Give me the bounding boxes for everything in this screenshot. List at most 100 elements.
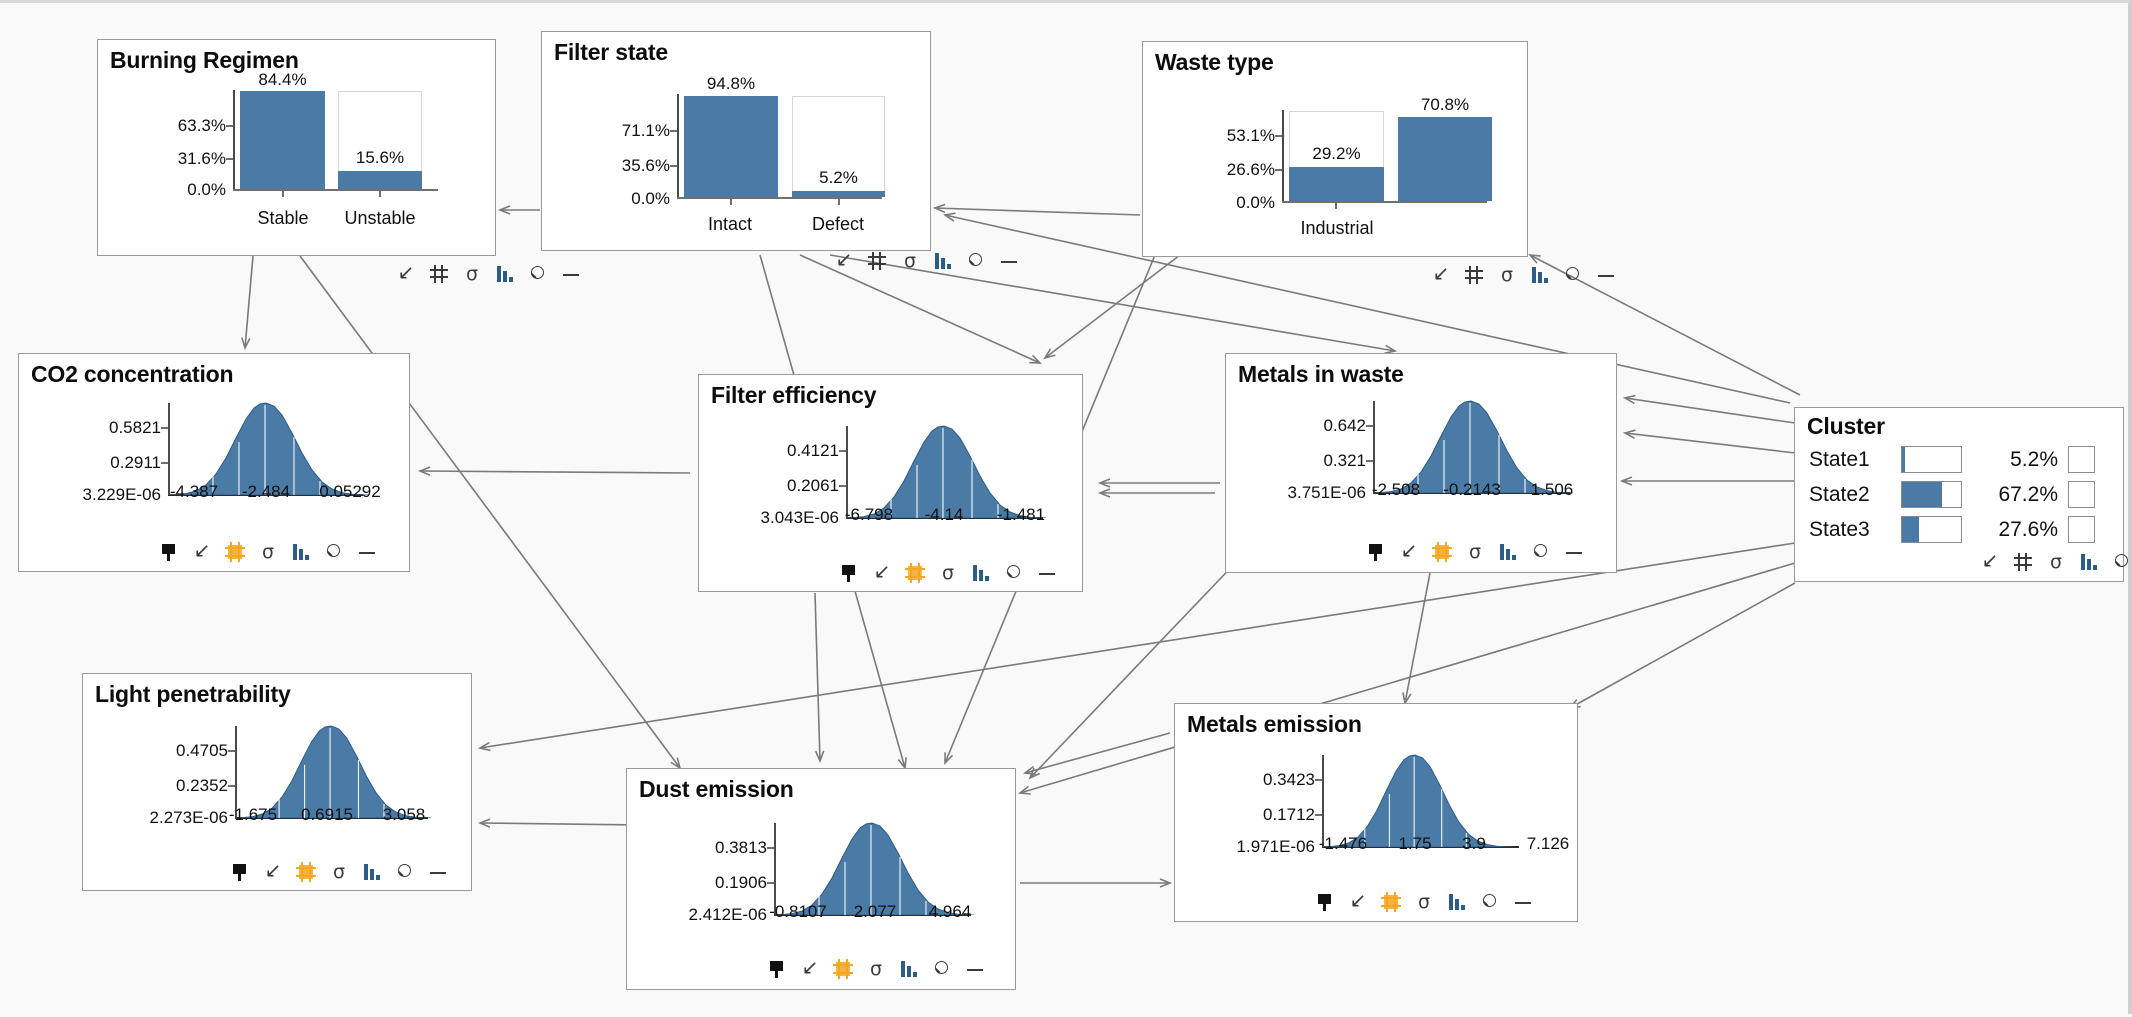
bar-chart-icon[interactable] [971, 563, 991, 583]
pin-icon[interactable] [230, 862, 250, 882]
cluster-state-checkbox[interactable] [2068, 516, 2095, 543]
collapse-arrow-icon[interactable]: ↙ [1348, 891, 1368, 912]
magnifier-icon[interactable] [932, 959, 952, 979]
pin-icon[interactable] [1315, 892, 1335, 912]
grid-icon[interactable] [2013, 552, 2033, 572]
grid-icon[interactable] [225, 542, 245, 562]
sigma-icon[interactable]: σ [1414, 892, 1434, 912]
collapse-arrow-icon[interactable]: ↙ [834, 250, 854, 271]
grid-icon[interactable] [1381, 892, 1401, 912]
bar-other[interactable] [1398, 117, 1492, 201]
collapse-arrow-icon[interactable]: ↙ [1980, 551, 2000, 572]
minus-icon[interactable] [1037, 563, 1057, 583]
minus-icon[interactable] [428, 862, 448, 882]
bar-chart-icon[interactable] [291, 542, 311, 562]
cluster-row-state3[interactable]: State3 27.6% [1809, 516, 2095, 543]
node-filter-efficiency[interactable]: Filter efficiency 0.4121 0.2061 3.043E-0… [698, 374, 1083, 592]
node-toolbar[interactable]: ↙ σ [396, 263, 581, 284]
collapse-arrow-icon[interactable]: ↙ [872, 562, 892, 583]
cluster-row-state2[interactable]: State2 67.2% [1809, 481, 2095, 508]
node-light-penetrability[interactable]: Light penetrability 0.4705 0.2352 2.273E… [82, 673, 472, 891]
sigma-icon[interactable]: σ [1497, 265, 1517, 285]
network-canvas[interactable]: Burning Regimen 63.3% 31.6% 0.0% 84.4% 1… [0, 0, 2132, 1014]
node-cluster[interactable]: Cluster State1 5.2% State2 67.2% State3 … [1794, 407, 2128, 582]
minus-icon[interactable] [965, 959, 985, 979]
node-filter-state[interactable]: Filter state 71.1% 35.6% 0.0% 94.8% 5.2%… [541, 31, 1017, 271]
minus-icon[interactable] [1596, 265, 1616, 285]
grid-icon[interactable] [296, 862, 316, 882]
bar-intact[interactable] [684, 96, 778, 197]
sigma-icon[interactable]: σ [1465, 542, 1485, 562]
magnifier-icon[interactable] [966, 251, 986, 271]
minus-icon[interactable] [357, 542, 377, 562]
cluster-state-bar[interactable] [1901, 481, 1962, 508]
node-toolbar[interactable]: ↙ σ [1431, 264, 1616, 285]
bar-chart-icon[interactable] [2079, 552, 2099, 572]
bar-unstable[interactable] [338, 171, 422, 189]
bar-chart-icon[interactable] [1530, 265, 1550, 285]
sigma-icon[interactable]: σ [900, 251, 920, 271]
node-toolbar[interactable]: ↙ σ [1980, 551, 2132, 572]
node-toolbar[interactable]: ↙ σ [767, 958, 985, 979]
node-toolbar[interactable]: ↙ σ [159, 541, 377, 562]
cluster-state-bar[interactable] [1901, 446, 1962, 473]
collapse-arrow-icon[interactable]: ↙ [800, 958, 820, 979]
node-metals-emission[interactable]: Metals emission 0.3423 0.1712 1.971E-06 … [1174, 703, 1578, 922]
grid-icon[interactable] [1464, 265, 1484, 285]
node-co2-concentration[interactable]: CO2 concentration 0.5821 0.2911 3.229E-0… [18, 353, 410, 572]
pin-icon[interactable] [159, 542, 179, 562]
bar-chart-icon[interactable] [1498, 542, 1518, 562]
magnifier-icon[interactable] [528, 264, 548, 284]
cluster-state-checkbox[interactable] [2068, 481, 2095, 508]
minus-icon[interactable] [561, 264, 581, 284]
node-toolbar[interactable]: ↙ σ [834, 250, 1019, 271]
minus-icon[interactable] [1564, 542, 1584, 562]
node-toolbar[interactable]: ↙ σ [1366, 541, 1584, 562]
grid-icon[interactable] [429, 264, 449, 284]
sigma-icon[interactable]: σ [2046, 552, 2066, 572]
sigma-icon[interactable]: σ [462, 264, 482, 284]
node-toolbar[interactable]: ↙ σ [839, 562, 1057, 583]
collapse-arrow-icon[interactable]: ↙ [1431, 264, 1451, 285]
magnifier-icon[interactable] [324, 542, 344, 562]
node-dust-emission[interactable]: Dust emission 0.3813 0.1906 2.412E-06 -0… [626, 768, 1016, 990]
sigma-icon[interactable]: σ [938, 563, 958, 583]
cluster-state-checkbox[interactable] [2068, 446, 2095, 473]
grid-icon[interactable] [905, 563, 925, 583]
collapse-arrow-icon[interactable]: ↙ [396, 263, 416, 284]
magnifier-icon[interactable] [2112, 552, 2132, 572]
bar-chart-icon[interactable] [1447, 892, 1467, 912]
magnifier-icon[interactable] [1480, 892, 1500, 912]
bar-stable[interactable] [240, 91, 325, 189]
sigma-icon[interactable]: σ [258, 542, 278, 562]
pin-icon[interactable] [767, 959, 787, 979]
bar-plot[interactable]: 63.3% 31.6% 0.0% 84.4% 15.6% [98, 70, 495, 202]
minus-icon[interactable] [1513, 892, 1533, 912]
bar-defect[interactable] [792, 191, 885, 197]
cluster-state-bar[interactable] [1901, 516, 1962, 543]
bar-plot[interactable]: 53.1% 26.6% 0.0% 29.2% 70.8% [1143, 76, 1527, 212]
node-metals-in-waste[interactable]: Metals in waste 0.642 0.321 3.751E-06 -2… [1225, 353, 1617, 573]
bar-chart-icon[interactable] [362, 862, 382, 882]
pin-icon[interactable] [839, 563, 859, 583]
cluster-row-state1[interactable]: State1 5.2% [1809, 446, 2095, 473]
grid-icon[interactable] [867, 251, 887, 271]
bar-plot[interactable]: 71.1% 35.6% 0.0% 94.8% 5.2% [542, 66, 930, 208]
node-waste-type[interactable]: Waste type 53.1% 26.6% 0.0% 29.2% 70.8% … [1142, 41, 1614, 285]
magnifier-icon[interactable] [1004, 563, 1024, 583]
grid-icon[interactable] [833, 959, 853, 979]
collapse-arrow-icon[interactable]: ↙ [263, 861, 283, 882]
sigma-icon[interactable]: σ [866, 959, 886, 979]
sigma-icon[interactable]: σ [329, 862, 349, 882]
minus-icon[interactable] [999, 251, 1019, 271]
bar-chart-icon[interactable] [899, 959, 919, 979]
pin-icon[interactable] [1366, 542, 1386, 562]
bar-chart-icon[interactable] [495, 264, 515, 284]
node-burning-regimen[interactable]: Burning Regimen 63.3% 31.6% 0.0% 84.4% 1… [97, 39, 579, 284]
magnifier-icon[interactable] [1563, 265, 1583, 285]
magnifier-icon[interactable] [1531, 542, 1551, 562]
collapse-arrow-icon[interactable]: ↙ [1399, 541, 1419, 562]
node-toolbar[interactable]: ↙ σ [1315, 891, 1533, 912]
grid-icon[interactable] [1432, 542, 1452, 562]
bar-chart-icon[interactable] [933, 251, 953, 271]
